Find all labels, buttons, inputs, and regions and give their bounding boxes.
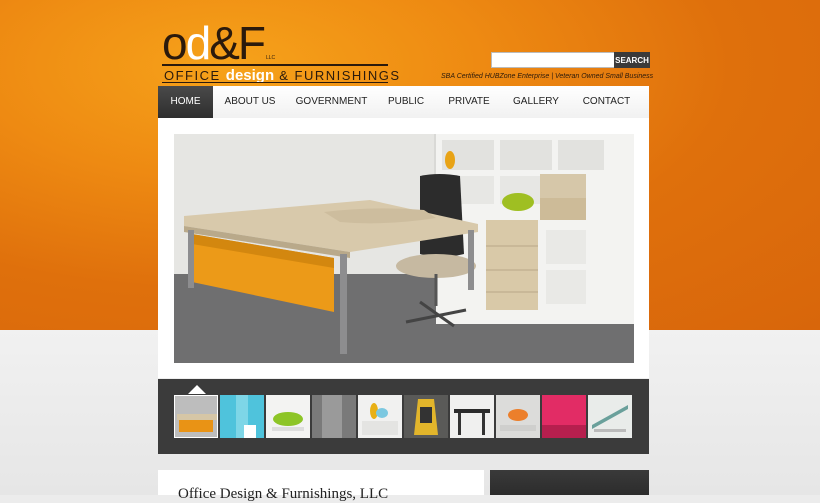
nav-about-us[interactable]: ABOUT US bbox=[218, 86, 282, 118]
thumbnail-9[interactable] bbox=[542, 395, 586, 438]
nav-contact[interactable]: CONTACT bbox=[577, 86, 636, 118]
content-box: Office Design & Furnishings, LLC bbox=[158, 470, 484, 502]
nav-public[interactable]: PUBLIC bbox=[381, 86, 431, 118]
logo-mark: od&F bbox=[162, 17, 266, 69]
logo-mark-and-f: &F bbox=[209, 17, 266, 69]
thumbnail-6[interactable] bbox=[404, 395, 448, 438]
thumbnail-8[interactable] bbox=[496, 395, 540, 438]
logo-tag-office: OFFICE bbox=[164, 68, 226, 83]
logo-llc: LLC bbox=[266, 55, 276, 61]
thumbnail-10[interactable] bbox=[588, 395, 632, 438]
thumbnail-4[interactable] bbox=[312, 395, 356, 438]
sidebar-box bbox=[490, 470, 649, 495]
nav-home[interactable]: HOME bbox=[158, 86, 213, 118]
search-form: SEARCH bbox=[491, 52, 650, 68]
hero-image[interactable] bbox=[174, 134, 634, 363]
search-button[interactable]: SEARCH bbox=[614, 52, 650, 68]
thumbnail-7[interactable] bbox=[450, 395, 494, 438]
logo-mark-o: o bbox=[162, 17, 188, 69]
nav-gallery[interactable]: GALLERY bbox=[507, 86, 565, 118]
logo-mark-d: d bbox=[185, 17, 212, 69]
nav-government[interactable]: GOVERNMENT bbox=[294, 86, 369, 118]
search-input[interactable] bbox=[491, 52, 617, 68]
nav-private[interactable]: PRIVATE bbox=[443, 86, 495, 118]
logo-divider bbox=[162, 64, 388, 66]
thumbnail-5[interactable] bbox=[358, 395, 402, 438]
thumbnail-2[interactable] bbox=[220, 395, 264, 438]
logo-tag-furnishings: & FURNISHINGS bbox=[274, 68, 401, 83]
site-logo[interactable]: od&F LLC OFFICE design & FURNISHINGS bbox=[162, 17, 399, 86]
logo-underline bbox=[162, 82, 388, 83]
thumbnail-3[interactable] bbox=[266, 395, 310, 438]
thumbnail-1[interactable] bbox=[174, 395, 218, 438]
certification-text: SBA Certified HUBZone Enterprise | Veter… bbox=[441, 73, 654, 80]
active-thumbnail-indicator bbox=[188, 385, 206, 394]
main-nav: HOME ABOUT US GOVERNMENT PUBLIC PRIVATE … bbox=[158, 86, 649, 119]
